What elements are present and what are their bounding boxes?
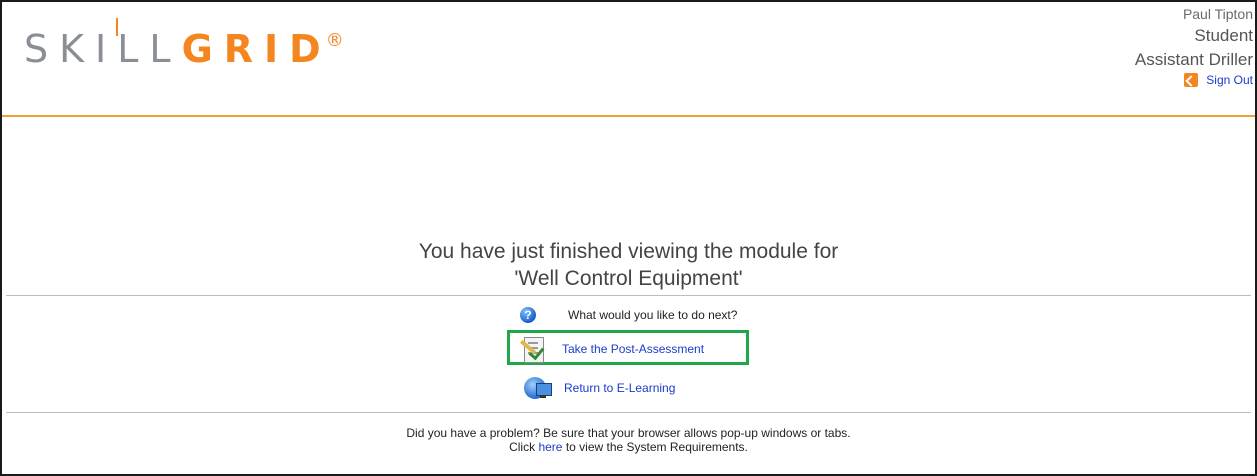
take-post-assessment-link[interactable]: Take the Post-Assessment — [562, 342, 704, 356]
logo-registered-mark: ® — [325, 30, 344, 51]
footer-click-suffix: to view the System Requirements. — [565, 440, 748, 454]
footer-requirements-line: Click here to view the System Requiremen… — [2, 440, 1255, 454]
user-info: Paul Tipton Student Assistant Driller Si… — [1135, 4, 1253, 87]
header: SKILL GRID ® Paul Tipton Student Assista… — [2, 2, 1255, 114]
return-to-elearning-link[interactable]: Return to E-Learning — [564, 381, 675, 395]
module-name: 'Well Control Equipment' — [514, 267, 743, 290]
divider-top — [6, 295, 1251, 296]
system-requirements-link[interactable]: here — [538, 440, 562, 454]
footer-help: Did you have a problem? Be sure that you… — [2, 426, 1255, 454]
globe-computer-icon[interactable] — [524, 375, 552, 401]
question-circle-icon: ? — [520, 307, 536, 323]
post-assessment-option[interactable]: Take the Post-Assessment — [518, 335, 704, 363]
sign-out-link[interactable]: Sign Out — [1206, 73, 1253, 87]
divider-bottom — [6, 412, 1251, 413]
assessment-checklist-icon[interactable] — [518, 335, 548, 363]
next-prompt-text: What would you like to do next? — [568, 308, 738, 322]
sign-out-icon[interactable] — [1184, 73, 1199, 87]
skillgrid-logo: SKILL GRID ® — [24, 18, 344, 72]
header-divider — [2, 115, 1255, 117]
user-job-title: Assistant Driller — [1134, 50, 1253, 69]
logo-grid-text: GRID — [181, 27, 332, 71]
logo-skill-text: SKILL — [24, 27, 182, 71]
next-prompt-row: ? What would you like to do next? — [520, 307, 737, 323]
completion-message: You have just finished viewing the modul… — [2, 238, 1255, 292]
return-elearning-option[interactable]: Return to E-Learning — [524, 375, 675, 401]
footer-problem-text: Did you have a problem? Be sure that you… — [406, 426, 851, 440]
logo-tick-mark — [116, 18, 118, 36]
user-role: Student — [1194, 26, 1253, 45]
completion-message-line1: You have just finished viewing the modul… — [418, 240, 839, 263]
footer-click-prefix: Click — [509, 440, 536, 454]
user-name: Paul Tipton — [1182, 6, 1253, 22]
sign-out-row[interactable]: Sign Out — [1135, 73, 1253, 87]
page-frame: SKILL GRID ® Paul Tipton Student Assista… — [0, 0, 1257, 476]
